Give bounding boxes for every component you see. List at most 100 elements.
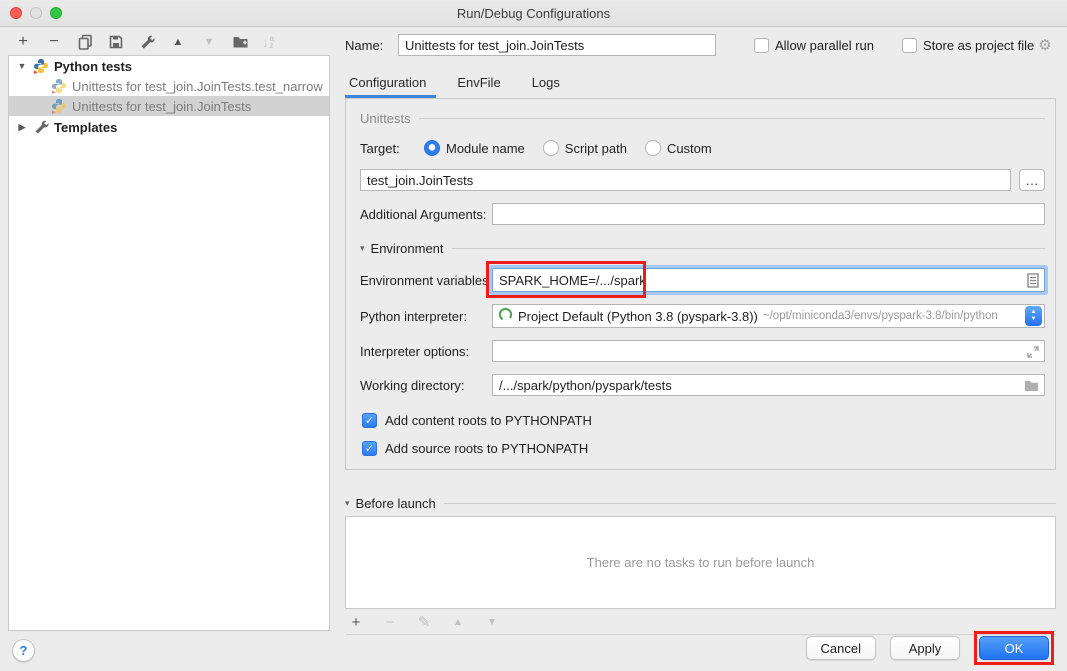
collapse-triangle-icon: ▾: [345, 498, 350, 509]
environment-variables-row: Environment variables: SPARK_HOME=/.../s…: [360, 268, 1045, 292]
tree-node-label: Templates: [54, 120, 117, 135]
radio-unselected-icon: [543, 140, 559, 156]
configurations-toolbar: + − ▲ ▼ ↓ az: [14, 32, 274, 52]
interpreter-path: ~/opt/miniconda3/envs/pyspark-3.8/bin/py…: [763, 310, 1021, 322]
window-controls: [10, 7, 62, 19]
tab-envfile[interactable]: EnvFile: [455, 75, 502, 98]
cancel-button[interactable]: Cancel: [806, 636, 876, 660]
tree-node-python-tests[interactable]: ▼ Python tests: [9, 56, 329, 76]
target-label: Target:: [360, 141, 406, 156]
checkbox-checked-icon: ✓: [362, 441, 377, 456]
move-task-up-button[interactable]: ▲: [449, 613, 467, 631]
radio-script-path[interactable]: Script path: [543, 140, 627, 156]
configuration-tabs: Configuration EnvFile Logs: [345, 70, 1056, 98]
radio-custom[interactable]: Custom: [645, 140, 712, 156]
name-label: Name:: [345, 38, 398, 53]
checkbox-unchecked-icon: [902, 38, 917, 53]
name-input[interactable]: Unittests for test_join.JoinTests: [398, 34, 716, 56]
new-folder-icon: [232, 34, 249, 50]
apply-button[interactable]: Apply: [890, 636, 960, 660]
python-tests-icon: [33, 58, 49, 74]
dialog-footer: Cancel Apply OK: [806, 631, 1054, 665]
target-input-row: test_join.JoinTests …: [360, 169, 1045, 191]
expand-field-icon[interactable]: [1027, 346, 1039, 361]
close-window-button[interactable]: [10, 7, 22, 19]
configuration-editor: Name: Unittests for test_join.JoinTests …: [345, 33, 1056, 635]
additional-arguments-input[interactable]: [492, 203, 1045, 225]
environment-section-header[interactable]: ▾ Environment: [360, 241, 1045, 256]
tree-collapse-icon[interactable]: ▼: [15, 61, 29, 71]
radio-selected-icon: [424, 140, 440, 156]
additional-arguments-label: Additional Arguments:: [360, 207, 492, 222]
copy-configuration-button[interactable]: [76, 33, 94, 51]
copy-icon: [77, 34, 93, 50]
browse-target-button[interactable]: …: [1019, 169, 1045, 191]
tab-logs[interactable]: Logs: [530, 75, 562, 98]
save-icon: [108, 34, 124, 50]
move-down-button[interactable]: ▼: [200, 33, 218, 51]
move-task-down-button[interactable]: ▼: [483, 613, 501, 631]
add-source-roots-checkbox[interactable]: ✓ Add source roots to PYTHONPATH: [362, 441, 1045, 456]
save-configuration-button[interactable]: [107, 33, 125, 51]
additional-arguments-row: Additional Arguments:: [360, 203, 1045, 225]
add-task-button[interactable]: +: [347, 613, 365, 631]
collapse-triangle-icon: ▾: [360, 243, 365, 254]
remove-task-button[interactable]: −: [381, 613, 399, 631]
remove-configuration-button[interactable]: −: [45, 33, 63, 51]
store-as-project-file-checkbox[interactable]: Store as project file: [902, 38, 1034, 53]
interpreter-options-input[interactable]: [492, 340, 1045, 362]
working-directory-input[interactable]: /.../spark/python/pyspark/tests: [492, 374, 1045, 396]
python-config-icon: [51, 78, 67, 94]
environment-variables-label: Environment variables:: [360, 273, 492, 288]
interpreter-options-label: Interpreter options:: [360, 344, 492, 359]
checkbox-checked-icon: ✓: [362, 413, 377, 428]
add-configuration-button[interactable]: +: [14, 33, 32, 51]
divider: [419, 118, 1045, 119]
name-row: Name: Unittests for test_join.JoinTests …: [345, 33, 1056, 57]
ok-button[interactable]: OK: [979, 636, 1049, 660]
python-interpreter-label: Python interpreter:: [360, 309, 492, 324]
add-content-roots-checkbox[interactable]: ✓ Add content roots to PYTHONPATH: [362, 413, 1045, 428]
zoom-window-button[interactable]: [50, 7, 62, 19]
move-up-button[interactable]: ▲: [169, 33, 187, 51]
minimize-window-button[interactable]: [30, 7, 42, 19]
tree-node-config-jointests[interactable]: Unittests for test_join.JoinTests: [9, 96, 329, 116]
before-launch-empty-text: There are no tasks to run before launch: [587, 555, 815, 570]
conda-env-icon: [498, 307, 513, 325]
tab-configuration[interactable]: Configuration: [347, 75, 428, 98]
sort-configurations-button[interactable]: ↓ az: [262, 35, 274, 50]
sort-alpha-icon: ↓: [262, 35, 269, 50]
before-launch-task-list[interactable]: There are no tasks to run before launch: [345, 516, 1056, 609]
before-launch-section-header[interactable]: ▾ Before launch: [345, 496, 1056, 511]
radio-module-name[interactable]: Module name: [424, 140, 525, 156]
tree-node-label: Unittests for test_join.JoinTests.test_n…: [72, 79, 323, 94]
divider: [444, 503, 1056, 504]
edit-task-button[interactable]: ✎: [415, 613, 433, 631]
divider: [452, 248, 1045, 249]
python-interpreter-select[interactable]: Project Default (Python 3.8 (pyspark-3.8…: [492, 304, 1045, 328]
tree-node-label: Python tests: [54, 59, 132, 74]
browse-folder-icon[interactable]: [1024, 379, 1039, 395]
allow-parallel-run-checkbox[interactable]: Allow parallel run: [754, 38, 874, 53]
tree-node-config-narrow[interactable]: Unittests for test_join.JoinTests.test_n…: [9, 76, 329, 96]
unittests-group-header: Unittests: [360, 111, 1045, 126]
tree-node-templates[interactable]: ▶ Templates: [9, 117, 329, 137]
working-directory-row: Working directory: /.../spark/python/pys…: [360, 374, 1045, 396]
templates-icon: [33, 119, 49, 135]
create-folder-button[interactable]: [231, 33, 249, 51]
run-configurations-tree: ▼ Python tests Unittests for test_join.J…: [8, 55, 330, 631]
environment-variables-input[interactable]: SPARK_HOME=/.../spark: [492, 268, 1045, 292]
tree-expand-icon[interactable]: ▶: [15, 122, 29, 133]
help-button[interactable]: ?: [12, 639, 35, 662]
edit-env-vars-icon[interactable]: [1027, 273, 1039, 291]
titlebar: Run/Debug Configurations: [0, 0, 1067, 27]
store-options-gear-icon[interactable]: ⚙: [1038, 36, 1051, 54]
wrench-icon: [139, 34, 155, 50]
radio-unselected-icon: [645, 140, 661, 156]
python-interpreter-row: Python interpreter: Project Default (Pyt…: [360, 304, 1045, 328]
edit-templates-button[interactable]: [138, 33, 156, 51]
target-radio-row: Target: Module name Script path Custom: [360, 140, 1045, 156]
dropdown-stepper-icon: ▲ ▼: [1025, 306, 1042, 326]
target-input[interactable]: test_join.JoinTests: [360, 169, 1011, 191]
tree-node-label: Unittests for test_join.JoinTests: [72, 99, 251, 114]
